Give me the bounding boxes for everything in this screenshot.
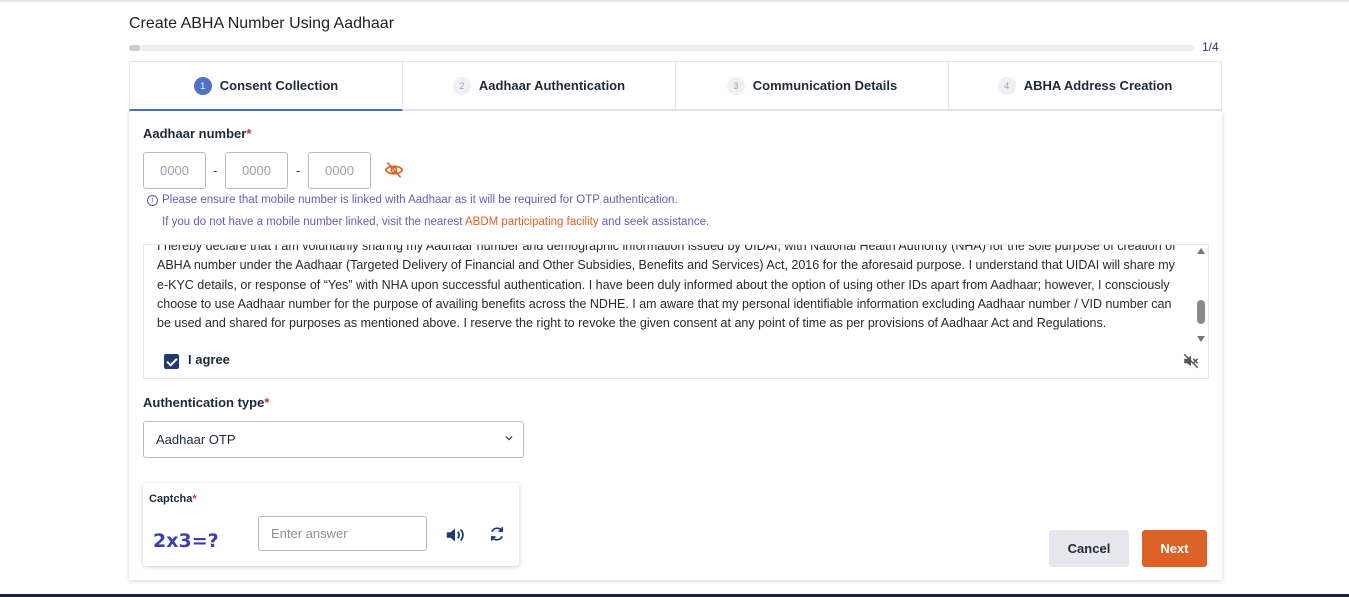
required-mark: * <box>264 395 270 410</box>
progress-bar <box>129 45 1195 51</box>
aadhaar-label: Aadhaar number* <box>143 126 251 141</box>
scrollbar-thumb[interactable] <box>1197 300 1205 324</box>
agree-label: I agree <box>188 352 230 367</box>
speaker-mute-icon[interactable] <box>1182 352 1200 370</box>
top-border <box>0 0 1349 2</box>
progress-text: 1/4 <box>1202 40 1219 54</box>
aadhaar-input-2[interactable]: 0000 <box>225 152 288 189</box>
aadhaar-separator: - <box>213 163 218 178</box>
auth-type-label-text: Authentication type <box>143 395 265 410</box>
step-number: 2 <box>452 76 471 95</box>
next-button[interactable]: Next <box>1142 530 1207 567</box>
consent-textbox[interactable]: I hereby declare that I am voluntarily s… <box>143 244 1209 346</box>
agree-checkbox[interactable] <box>164 354 179 369</box>
note-text: and seek assistance. <box>598 216 710 228</box>
captcha-answer-input[interactable] <box>258 516 427 551</box>
captcha-image: 2x3=? <box>153 530 219 552</box>
info-icon: i <box>147 195 158 206</box>
tab-label: ABHA Address Creation <box>1023 78 1173 93</box>
form-card: Aadhaar number* 0000 - 0000 - 0000 i Plea… <box>129 111 1222 580</box>
captcha-card: Captcha* 2x3=? <box>143 483 519 566</box>
step-number: 1 <box>193 76 212 95</box>
captcha-label-text: Captcha <box>149 493 193 505</box>
aadhaar-separator: - <box>296 163 301 178</box>
tab-abha-address-creation[interactable]: 4 ABHA Address Creation <box>949 61 1222 112</box>
aadhaar-label-text: Aadhaar number <box>143 126 247 141</box>
auth-type-select[interactable]: Aadhaar OTP <box>143 421 524 458</box>
progress-fill <box>129 45 140 51</box>
chevron-down-icon <box>505 435 513 441</box>
page-title: Create ABHA Number Using Aadhaar <box>129 15 395 32</box>
consent-text: I hereby declare that I am voluntarily s… <box>157 244 1176 331</box>
tab-aadhaar-authentication[interactable]: 2 Aadhaar Authentication <box>403 61 676 112</box>
note-text: If you do not have a mobile number linke… <box>162 216 466 228</box>
auth-type-label: Authentication type* <box>143 395 269 410</box>
captcha-challenge: 2x3=? <box>153 530 219 552</box>
required-mark: * <box>246 126 252 141</box>
cancel-button[interactable]: Cancel <box>1049 530 1129 567</box>
aadhaar-input-1[interactable]: 0000 <box>143 152 206 189</box>
auth-type-value: Aadhaar OTP <box>156 432 236 447</box>
step-number: 3 <box>726 76 745 95</box>
tab-label: Aadhaar Authentication <box>478 78 626 93</box>
tab-label: Communication Details <box>752 78 898 93</box>
scroll-up-arrow[interactable] <box>1197 248 1205 254</box>
aadhaar-input-3[interactable]: 0000 <box>308 152 371 189</box>
scroll-down-arrow[interactable] <box>1197 336 1205 342</box>
note-text: Please ensure that mobile number is link… <box>162 194 678 206</box>
captcha-label: Captcha* <box>149 493 197 505</box>
abdm-facility-link[interactable]: ABDM participating facility <box>465 216 599 228</box>
facility-note: If you do not have a mobile number linke… <box>162 216 709 228</box>
tab-consent-collection[interactable]: 1 Consent Collection <box>129 61 403 112</box>
stepper-tabs: 1 Consent Collection 2 Aadhaar Authentic… <box>129 61 1222 112</box>
tab-communication-details[interactable]: 3 Communication Details <box>676 61 949 112</box>
tab-label: Consent Collection <box>219 78 339 93</box>
speaker-icon[interactable] <box>444 524 466 546</box>
agree-row: I agree <box>143 344 1209 379</box>
eye-slash-icon[interactable] <box>384 160 404 180</box>
step-number: 4 <box>997 76 1016 95</box>
refresh-icon[interactable] <box>488 525 506 543</box>
mobile-link-note: i Please ensure that mobile number is lin… <box>147 194 678 206</box>
required-mark: * <box>192 493 197 505</box>
